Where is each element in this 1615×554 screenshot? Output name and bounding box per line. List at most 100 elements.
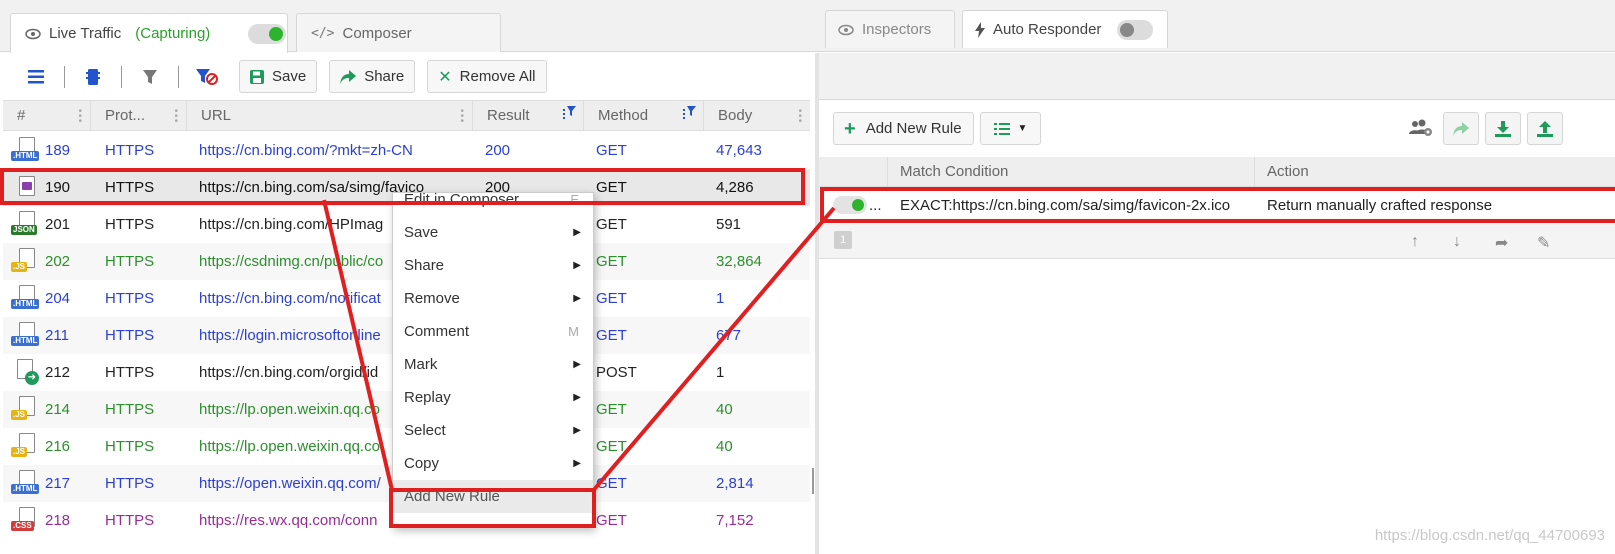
- toolbar-divider: [178, 65, 179, 88]
- menu-item-mark[interactable]: Mark ▶: [393, 348, 593, 381]
- column-header-result[interactable]: Result: [473, 101, 584, 130]
- right-panel-tab-bar: [819, 53, 1615, 100]
- menu-item-select[interactable]: Select ▶: [393, 414, 593, 447]
- submenu-arrow-icon: ▶: [573, 293, 581, 304]
- share-arrow-icon: [1453, 121, 1469, 136]
- column-header-label: URL: [201, 107, 232, 124]
- column-header-label: Prot...: [105, 107, 146, 124]
- session-body: 1: [716, 290, 725, 307]
- menu-item-share[interactable]: Share ▶: [393, 249, 593, 282]
- filter-icon[interactable]: [130, 62, 170, 92]
- submenu-arrow-icon: ▶: [573, 392, 581, 403]
- column-grip-icon[interactable]: • • •: [174, 107, 178, 127]
- annotation-add-new-rule-box: [389, 488, 596, 528]
- share-rules-button[interactable]: [1443, 112, 1479, 145]
- add-new-rule-button[interactable]: + Add New Rule: [833, 112, 974, 145]
- clear-filter-icon[interactable]: [187, 62, 227, 92]
- column-header-number[interactable]: # • • •: [3, 101, 91, 130]
- column-grip-icon[interactable]: • • •: [78, 107, 82, 127]
- session-method: GET: [596, 142, 627, 159]
- tab-live-traffic[interactable]: Live Traffic (Capturing): [10, 13, 288, 53]
- column-header-action[interactable]: Action: [1255, 157, 1615, 186]
- session-method: GET: [596, 253, 627, 270]
- rule-count-badge: 1: [834, 231, 852, 249]
- html-file-icon: .HTML: [11, 136, 41, 165]
- tab-inspectors[interactable]: Inspectors: [825, 10, 955, 48]
- sessions-toolbar: Save Share ✕ Remove All: [0, 53, 815, 100]
- pencil-edit-icon[interactable]: ✎: [1537, 233, 1550, 253]
- add-new-rule-label: Add New Rule: [865, 120, 962, 137]
- tab-inspectors-label: Inspectors: [862, 21, 932, 38]
- column-header-label: Body: [718, 107, 753, 124]
- submenu-arrow-icon: ▶: [573, 359, 581, 370]
- lightning-icon: [975, 21, 985, 38]
- sessions-grid-header: # • • • Prot... • • • URL • • • Result Method …: [3, 100, 810, 131]
- session-number: .HTML 217: [3, 469, 91, 498]
- column-grip-icon[interactable]: • • •: [460, 107, 464, 127]
- session-number: .HTML 204: [3, 284, 91, 313]
- session-protocol: HTTPS: [105, 253, 155, 270]
- tab-composer[interactable]: </> Composer: [296, 13, 501, 52]
- js-file-icon: .JS: [11, 432, 41, 461]
- session-protocol: HTTPS: [105, 401, 155, 418]
- menu-item-comment[interactable]: Comment M: [393, 315, 593, 348]
- auto-responder-toggle[interactable]: [1117, 19, 1154, 40]
- menu-item-label: Comment: [404, 323, 470, 340]
- html-file-icon: .HTML: [11, 321, 41, 350]
- column-filter-icon[interactable]: [561, 105, 577, 125]
- column-filter-icon[interactable]: [681, 105, 697, 125]
- remove-all-button[interactable]: ✕ Remove All: [427, 60, 547, 93]
- tab-composer-label: Composer: [342, 24, 412, 42]
- json-file-icon: JSON: [11, 210, 41, 239]
- menu-item-replay[interactable]: Replay ▶: [393, 381, 593, 414]
- session-method: GET: [596, 327, 627, 344]
- column-header-match-condition[interactable]: Match Condition: [888, 157, 1255, 186]
- code-icon: </>: [311, 25, 335, 41]
- session-number: .JS 216: [3, 432, 91, 461]
- tab-auto-responder[interactable]: Auto Responder: [962, 10, 1168, 48]
- column-header-protocol[interactable]: Prot... • • •: [91, 101, 187, 130]
- x-icon: ✕: [438, 68, 452, 86]
- import-rules-button[interactable]: [1485, 112, 1521, 145]
- floppy-disk-icon: [250, 69, 264, 84]
- share-arrow-icon: [340, 69, 357, 84]
- submenu-arrow-icon: ▶: [573, 260, 581, 271]
- rule-list-dropdown[interactable]: ▼: [980, 112, 1041, 145]
- menu-item-remove[interactable]: Remove ▶: [393, 282, 593, 315]
- share-button-label: Share: [364, 68, 405, 85]
- menu-item-label: Save: [404, 224, 439, 241]
- users-gear-icon[interactable]: [1409, 118, 1433, 142]
- move-down-icon[interactable]: ↓: [1453, 233, 1461, 251]
- column-header-url[interactable]: URL • • •: [187, 101, 473, 130]
- shortcut-key: M: [568, 324, 579, 339]
- session-number: .CSS 218: [3, 506, 91, 535]
- column-header-body[interactable]: Body • • •: [704, 101, 810, 130]
- post-file-icon: ➜: [11, 358, 41, 387]
- watermark: https://blog.csdn.net/qq_44700693: [1374, 527, 1605, 544]
- capture-toggle[interactable]: [248, 23, 287, 44]
- menu-item-label: Replay: [404, 389, 451, 406]
- session-body: 591: [716, 216, 742, 233]
- move-up-icon[interactable]: ↑: [1411, 233, 1419, 251]
- session-row[interactable]: .HTML 189 HTTPS https://cn.bing.com/?mkt=zh…: [3, 132, 810, 169]
- session-number: .HTML 211: [3, 321, 91, 350]
- session-number: .HTML 189: [3, 136, 91, 165]
- column-grip-icon[interactable]: • • •: [798, 107, 802, 127]
- redo-arrow-icon[interactable]: ➦: [1495, 233, 1508, 253]
- column-header-label: #: [17, 107, 26, 124]
- menu-lines-icon[interactable]: [16, 62, 56, 92]
- session-number: .JS 214: [3, 395, 91, 424]
- session-result: 200: [485, 142, 511, 159]
- save-button[interactable]: Save: [239, 60, 318, 93]
- splitter-grip[interactable]: [812, 468, 814, 494]
- save-button-label: Save: [272, 68, 307, 85]
- share-button[interactable]: Share: [329, 60, 416, 93]
- menu-item-label: Remove: [404, 290, 460, 307]
- memory-chip-icon[interactable]: [73, 62, 113, 92]
- column-header-method[interactable]: Method: [584, 101, 704, 130]
- menu-item-copy[interactable]: Copy ▶: [393, 447, 593, 480]
- session-body: 32,864: [716, 253, 762, 270]
- list-icon: [993, 122, 1010, 135]
- export-rules-button[interactable]: [1527, 112, 1563, 145]
- menu-item-save[interactable]: Save ▶: [393, 216, 593, 249]
